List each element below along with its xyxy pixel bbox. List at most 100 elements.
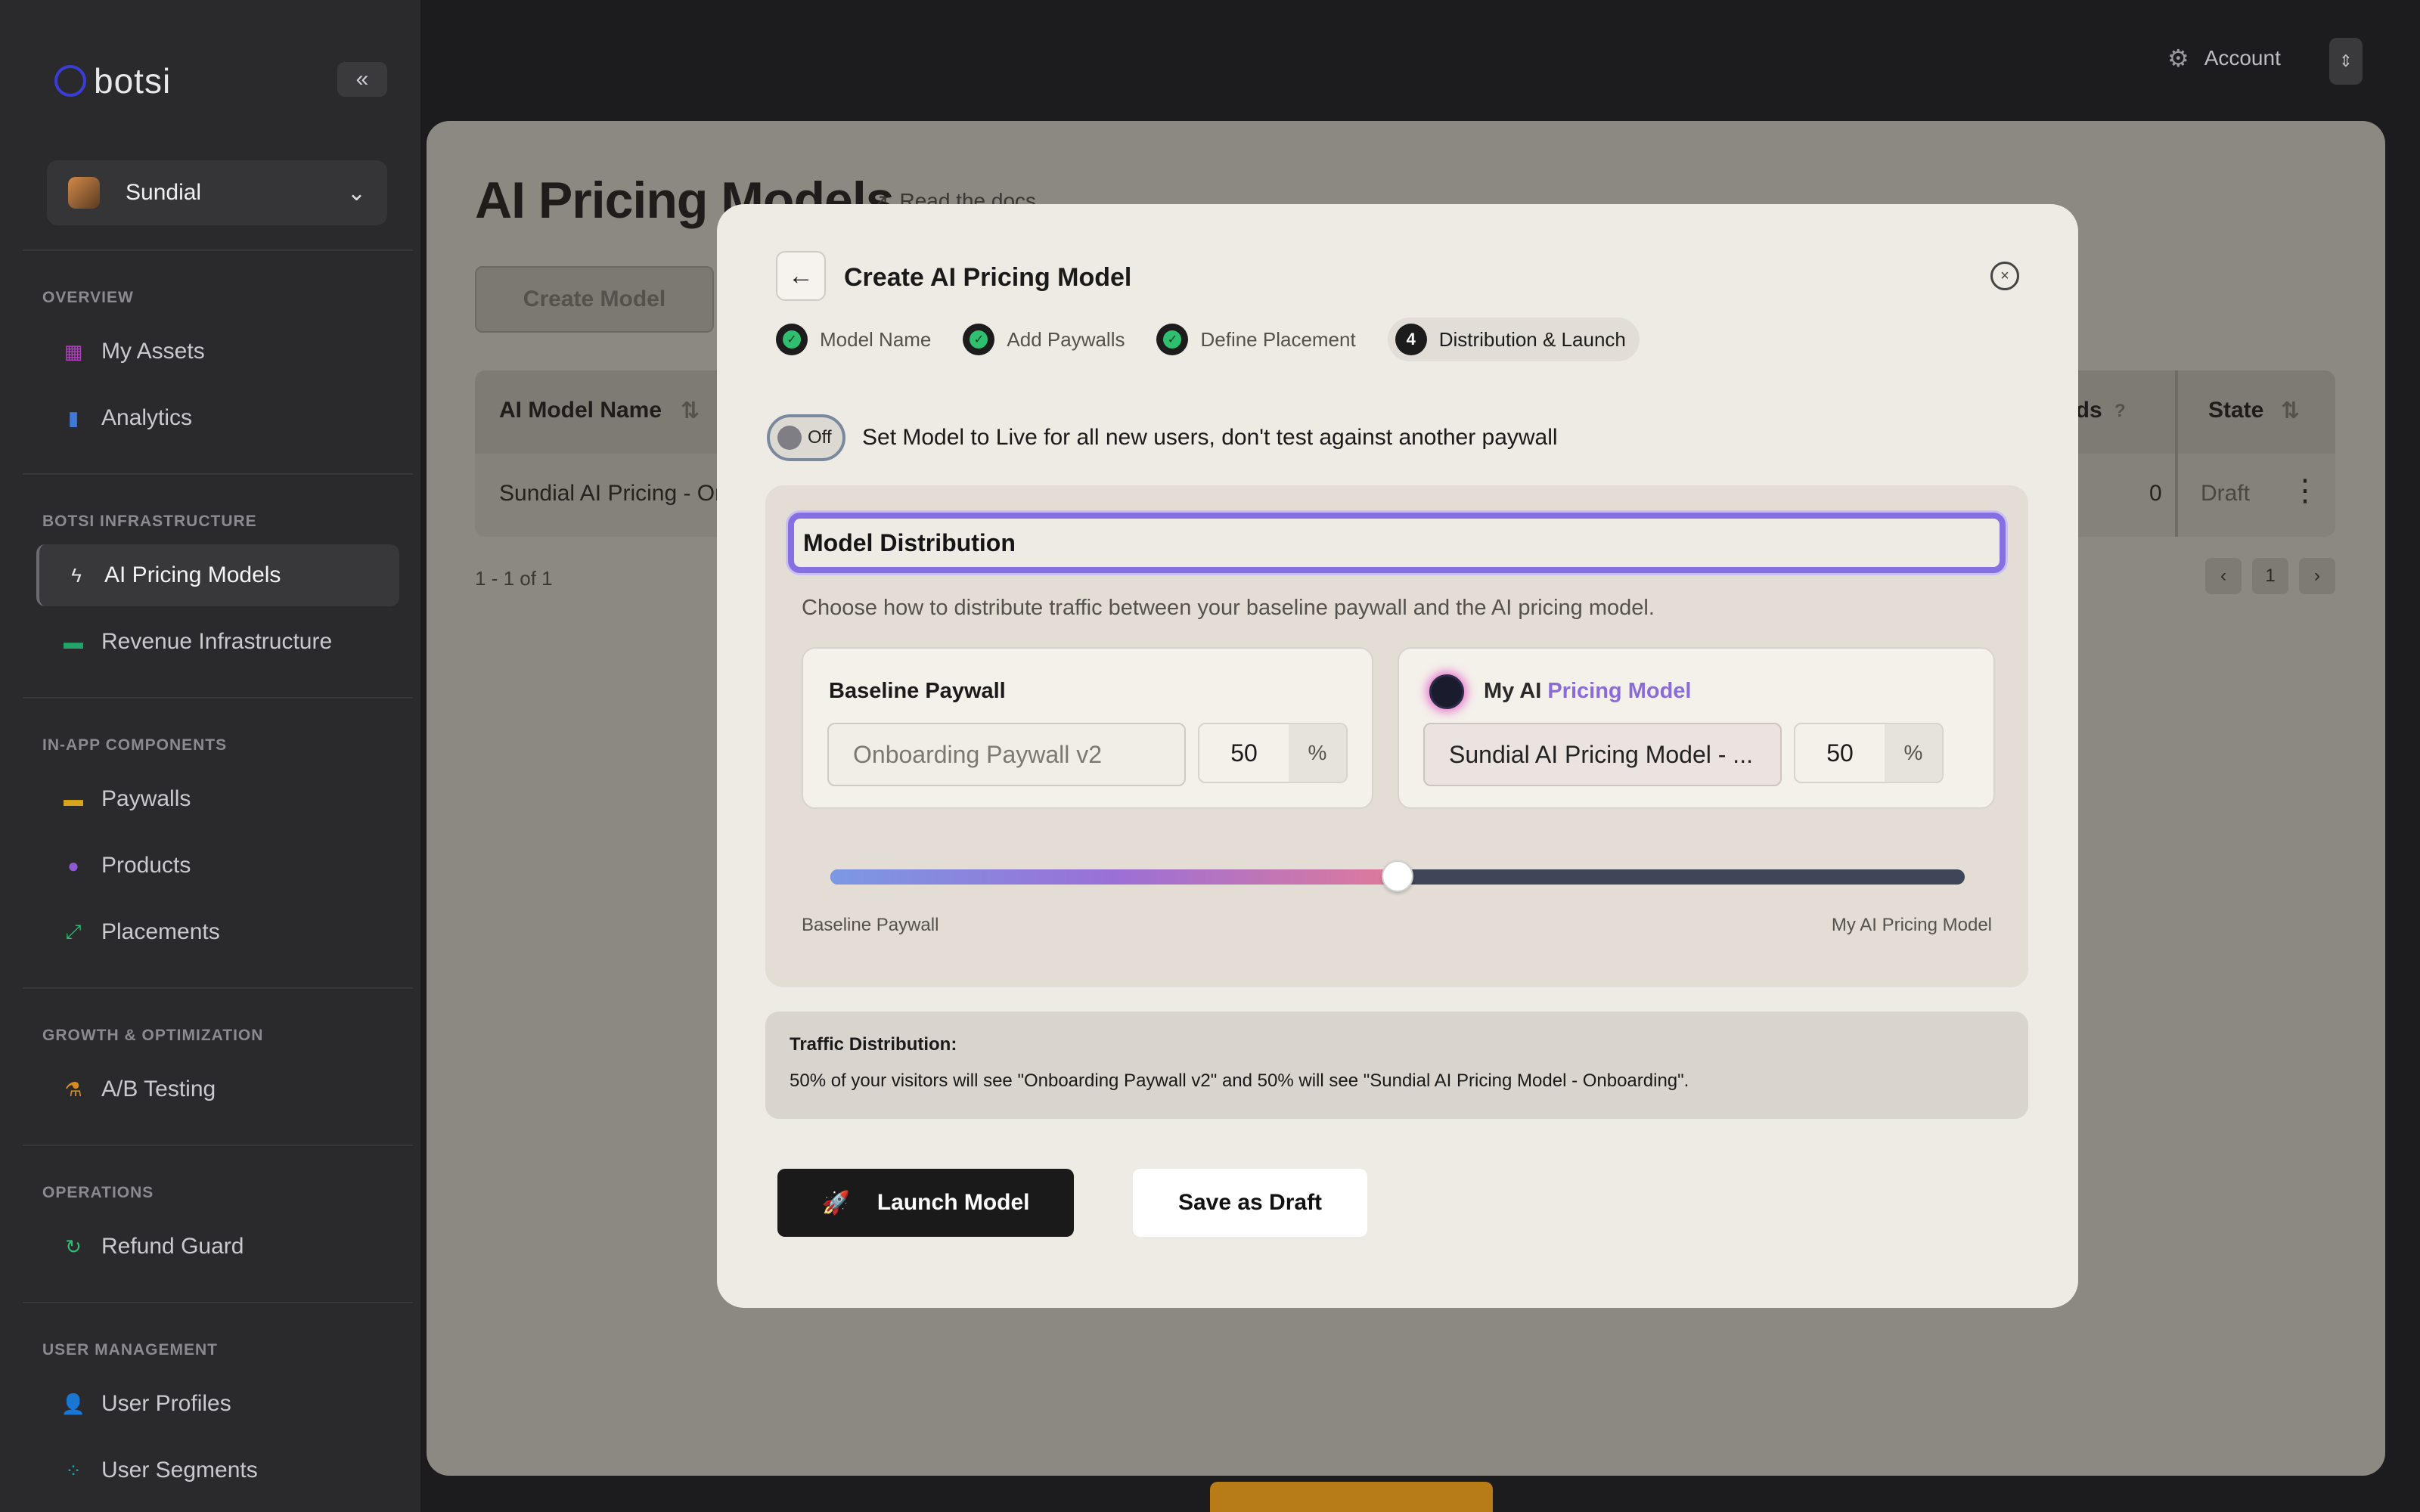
logo-text: botsi xyxy=(94,61,172,101)
divider xyxy=(23,249,413,251)
divider xyxy=(23,1302,413,1303)
section-title-infrastructure: BOTSI INFRASTRUCTURE xyxy=(42,513,257,530)
rocket-icon: 🚀 xyxy=(821,1190,850,1216)
toggle-description: Set Model to Live for all new users, don… xyxy=(862,425,1558,450)
more-vertical-icon[interactable]: ⋮ xyxy=(2290,473,2320,508)
toggle-knob xyxy=(777,426,802,450)
toggle-state-label: Off xyxy=(808,427,832,448)
slider-right-label: My AI Pricing Model xyxy=(1831,915,1992,935)
sidebar-item-paywalls[interactable]: ▬ Paywalls xyxy=(36,768,399,830)
bolt-icon: ϟ xyxy=(71,563,82,587)
create-model-button[interactable]: Create Model xyxy=(475,266,714,333)
flask-icon: ⚗ xyxy=(64,1077,82,1101)
step-model-name[interactable]: ✓ Model Name xyxy=(776,324,931,355)
prev-page-button[interactable]: ‹ xyxy=(2205,558,2242,594)
sidebar-item-label: User Segments xyxy=(101,1458,258,1483)
section-title-user-management: USER MANAGEMENT xyxy=(42,1341,219,1359)
divider xyxy=(23,697,413,699)
ai-model-dot-icon xyxy=(1429,674,1464,709)
traffic-text: 50% of your visitors will see "Onboardin… xyxy=(790,1070,1689,1091)
step-distribution-launch[interactable]: 4 Distribution & Launch xyxy=(1387,318,1640,361)
distribution-description: Choose how to distribute traffic between… xyxy=(802,596,1655,620)
save-draft-button[interactable]: Save as Draft xyxy=(1133,1169,1367,1237)
sidebar-item-products[interactable]: ● Products xyxy=(36,835,399,897)
ai-percent-value[interactable]: 50 xyxy=(1795,724,1885,782)
sidebar-item-label: AI Pricing Models xyxy=(104,562,281,587)
distribution-title: Model Distribution xyxy=(788,513,2006,573)
live-toggle[interactable]: Off xyxy=(767,414,845,461)
cell-model-name: Sundial AI Pricing - Or xyxy=(499,481,723,506)
close-button[interactable]: × xyxy=(1990,262,2019,290)
sidebar-item-placements[interactable]: ⤢ Placements xyxy=(36,901,399,963)
sidebar-item-analytics[interactable]: ▮ Analytics xyxy=(36,387,399,449)
back-button[interactable]: ← xyxy=(776,251,826,301)
slider-thumb[interactable] xyxy=(1382,860,1413,892)
refresh-icon: ↻ xyxy=(65,1235,82,1258)
botsi-logo[interactable]: botsi xyxy=(54,60,171,101)
check-icon: ✓ xyxy=(1156,324,1189,355)
step-label: Distribution & Launch xyxy=(1438,327,1626,351)
segments-icon: ⁘ xyxy=(65,1458,82,1482)
sidebar-item-ai-pricing-models[interactable]: ϟ AI Pricing Models xyxy=(36,544,399,606)
section-title-growth: GROWTH & OPTIMIZATION xyxy=(42,1027,264,1044)
ai-title-part-a: My AI xyxy=(1484,679,1542,703)
baseline-title: Baseline Paywall xyxy=(829,679,1006,703)
sidebar-item-revenue-infrastructure[interactable]: ▬ Revenue Infrastructure xyxy=(36,611,399,673)
help-icon[interactable]: ? xyxy=(2114,401,2126,422)
step-number: 4 xyxy=(1395,324,1427,355)
logo-ring-icon xyxy=(54,65,86,97)
arrow-left-icon: ← xyxy=(788,261,814,290)
double-chevron-left-icon: « xyxy=(355,67,369,91)
tag-icon: ● xyxy=(67,854,79,877)
app-avatar xyxy=(68,177,100,209)
launch-model-button[interactable]: 🚀 Launch Model xyxy=(777,1169,1074,1237)
bar-chart-icon: ▮ xyxy=(67,406,79,429)
ai-model-card: My AI Pricing Model Sundial AI Pricing M… xyxy=(1398,647,1995,809)
step-define-placement[interactable]: ✓ Define Placement xyxy=(1156,324,1356,355)
check-icon: ✓ xyxy=(776,324,808,355)
expand-toggle-button[interactable]: ⇕ xyxy=(2329,38,2363,85)
slider-left-label: Baseline Paywall xyxy=(802,915,939,935)
baseline-percent-value[interactable]: 50 xyxy=(1199,724,1289,782)
sidebar-item-label: Revenue Infrastructure xyxy=(101,629,333,654)
card-icon: ▬ xyxy=(64,630,83,653)
baseline-paywall-field[interactable]: Onboarding Paywall v2 xyxy=(827,723,1186,786)
sort-icon[interactable]: ⇅ xyxy=(681,398,700,424)
divider xyxy=(23,473,413,475)
step-label: Add Paywalls xyxy=(1007,327,1125,351)
ai-model-field[interactable]: Sundial AI Pricing Model - ... xyxy=(1423,723,1782,786)
cell-state: Draft xyxy=(2201,481,2251,506)
header-model-name[interactable]: AI Model Name xyxy=(499,398,662,423)
modal-title: Create AI Pricing Model xyxy=(844,263,1132,292)
account-button[interactable]: ⚙ Account xyxy=(2167,44,2281,73)
step-add-paywalls[interactable]: ✓ Add Paywalls xyxy=(963,324,1125,355)
sort-icon[interactable]: ⇅ xyxy=(2281,398,2300,424)
header-state[interactable]: State xyxy=(2208,398,2263,423)
sidebar-item-label: User Profiles xyxy=(101,1391,231,1416)
app-selector[interactable]: Sundial ⌄ xyxy=(47,160,387,225)
distribution-panel: Model Distribution Choose how to distrib… xyxy=(765,485,2028,987)
ai-title-part-b: Pricing Model xyxy=(1541,679,1692,703)
sidebar-item-refund-guard[interactable]: ↻ Refund Guard xyxy=(36,1216,399,1278)
sidebar-item-my-assets[interactable]: ▦ My Assets xyxy=(36,321,399,383)
next-page-button[interactable]: › xyxy=(2299,558,2335,594)
close-icon: × xyxy=(2000,268,2009,284)
bottom-toast xyxy=(1210,1482,1493,1512)
ai-percent-field[interactable]: 50 % xyxy=(1794,723,1944,783)
wallet-icon: ▬ xyxy=(64,787,83,810)
sidebar-item-label: Placements xyxy=(101,919,220,944)
baseline-percent-field[interactable]: 50 % xyxy=(1198,723,1348,783)
pagination-range: 1 - 1 of 1 xyxy=(475,567,553,590)
baseline-card: Baseline Paywall Onboarding Paywall v2 5… xyxy=(802,647,1373,809)
check-icon: ✓ xyxy=(963,324,995,355)
launch-label: Launch Model xyxy=(876,1190,1030,1215)
sidebar-item-ab-testing[interactable]: ⚗ A/B Testing xyxy=(36,1058,399,1120)
sidebar-item-label: Products xyxy=(101,853,191,878)
account-label: Account xyxy=(2204,46,2281,70)
page-number-button[interactable]: 1 xyxy=(2252,558,2288,594)
collapse-sidebar-button[interactable]: « xyxy=(337,62,387,97)
sidebar-item-label: My Assets xyxy=(101,339,205,364)
user-icon: 👤 xyxy=(60,1392,86,1415)
sidebar-item-user-segments[interactable]: ⁘ User Segments xyxy=(36,1439,399,1501)
sidebar-item-user-profiles[interactable]: 👤 User Profiles xyxy=(36,1373,399,1435)
